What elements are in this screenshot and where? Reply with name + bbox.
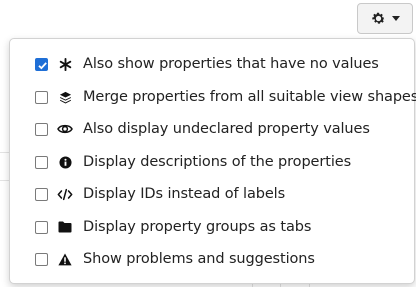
menu-item-label: Show problems and suggestions <box>83 251 315 267</box>
menu-item-display-ids[interactable]: Display IDs instead of labels <box>10 179 414 209</box>
menu-item-label: Merge properties from all suitable view … <box>83 89 416 105</box>
settings-button[interactable] <box>357 3 413 34</box>
background-divider <box>0 152 9 153</box>
menu-item-show-empty-properties[interactable]: Also show properties that have no values <box>10 49 414 79</box>
menu-item-label: Also display undeclared property values <box>83 121 370 137</box>
checkbox[interactable] <box>35 57 48 71</box>
menu-item-label: Also show properties that have no values <box>83 56 379 72</box>
menu-item-undeclared-values[interactable]: Also display undeclared property values <box>10 114 414 144</box>
background-divider <box>0 180 9 181</box>
menu-item-groups-as-tabs[interactable]: Display property groups as tabs <box>10 212 414 242</box>
asterisk-icon <box>57 56 73 72</box>
checkbox[interactable] <box>35 220 48 234</box>
menu-item-merge-view-shapes[interactable]: Merge properties from all suitable view … <box>10 82 416 112</box>
caret-down-icon <box>391 16 400 21</box>
code-icon <box>57 186 73 202</box>
info-circle-icon <box>57 154 73 170</box>
view-options-menu: Also show properties that have no values… <box>9 38 416 284</box>
page: Also show properties that have no values… <box>0 0 416 287</box>
menu-item-label: Display descriptions of the properties <box>83 154 352 170</box>
checkbox[interactable] <box>35 90 48 104</box>
eye-icon <box>57 121 73 137</box>
menu-item-problems-suggestions[interactable]: Show problems and suggestions <box>10 244 414 274</box>
warning-icon <box>57 251 73 267</box>
checkbox[interactable] <box>35 155 48 169</box>
menu-item-property-descriptions[interactable]: Display descriptions of the properties <box>10 147 414 177</box>
layers-icon <box>57 89 73 105</box>
checkbox[interactable] <box>35 187 48 201</box>
checkbox[interactable] <box>35 252 48 266</box>
menu-item-label: Display property groups as tabs <box>83 219 312 235</box>
menu-item-label: Display IDs instead of labels <box>83 186 286 202</box>
gear-icon <box>371 11 386 26</box>
checkbox[interactable] <box>35 122 48 136</box>
folder-icon <box>57 219 73 235</box>
